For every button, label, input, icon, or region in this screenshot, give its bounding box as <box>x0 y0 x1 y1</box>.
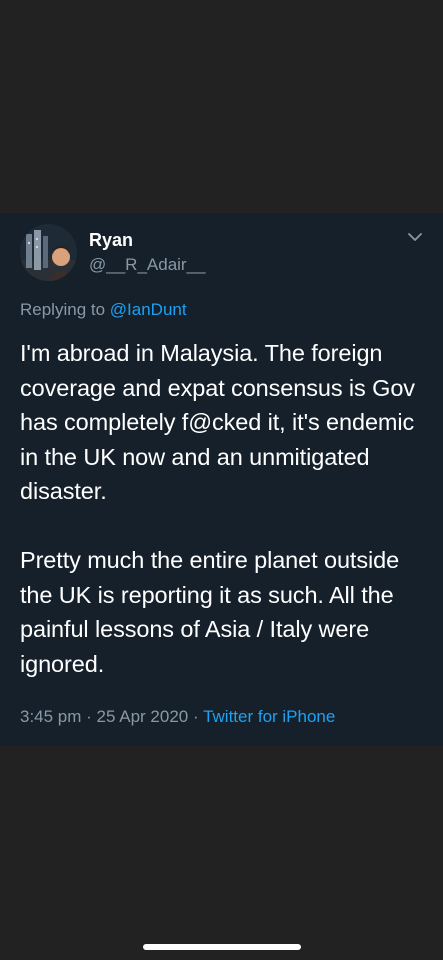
tweet-paragraph-2: Pretty much the entire planet outside th… <box>20 547 400 677</box>
tweet-time: 3:45 pm <box>20 707 82 726</box>
meta-separator: · <box>188 707 204 726</box>
reply-prefix: Replying to <box>20 300 110 319</box>
tweet-text: I'm abroad in Malaysia. The foreign cove… <box>20 336 430 681</box>
tweet-date: 25 Apr 2020 <box>96 707 189 726</box>
reply-context: Replying to @IanDunt <box>20 299 187 321</box>
tweet-meta: 3:45 pm · 25 Apr 2020 · Twitter for iPho… <box>20 706 335 728</box>
avatar[interactable] <box>20 224 77 281</box>
screen: Ryan @__R_Adair__ Replying to @IanDunt I… <box>0 0 443 960</box>
user-handle[interactable]: @__R_Adair__ <box>89 254 206 276</box>
chevron-down-icon[interactable] <box>405 230 425 244</box>
home-indicator[interactable] <box>143 944 301 950</box>
tweet-source-link[interactable]: Twitter for iPhone <box>203 707 335 726</box>
display-name[interactable]: Ryan <box>89 229 133 251</box>
meta-separator: · <box>81 707 97 726</box>
tweet-paragraph-1: I'm abroad in Malaysia. The foreign cove… <box>20 340 415 504</box>
reply-mention-link[interactable]: @IanDunt <box>110 300 187 319</box>
